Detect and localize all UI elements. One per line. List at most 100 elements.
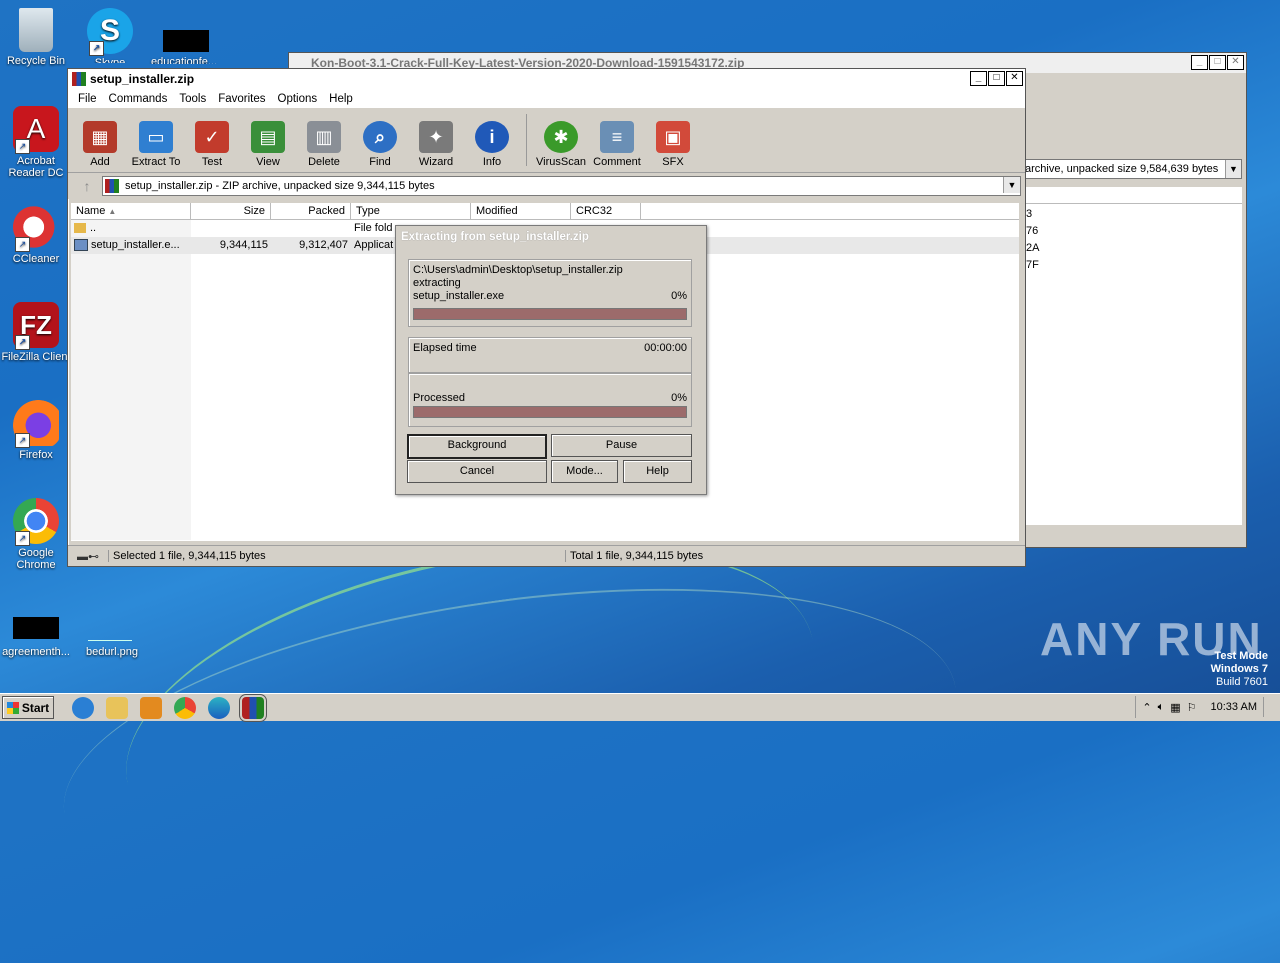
column-crc32[interactable]: CRC32 xyxy=(571,203,641,219)
desktop-icon-agreement[interactable]: agreementh... xyxy=(0,646,74,658)
skype-icon: S ↗ xyxy=(87,8,133,56)
background-path-field[interactable]: archive, unpacked size 9,584,639 bytes ▼ xyxy=(1024,159,1242,179)
menu-help[interactable]: Help xyxy=(323,93,359,105)
desktop-icon-firefox[interactable]: ↗ Firefox xyxy=(0,400,74,461)
extraction-progress-dialog[interactable]: Extracting from setup_installer.zip C:\U… xyxy=(395,225,707,495)
menu-file[interactable]: File xyxy=(72,93,103,105)
delete-button[interactable]: ▥ Delete xyxy=(298,121,350,172)
shortcut-arrow-icon: ↗ xyxy=(15,139,30,154)
dialog-title[interactable]: Extracting from setup_installer.zip xyxy=(396,226,706,248)
add-button[interactable]: ▦ Add xyxy=(74,121,126,172)
explorer-folder-icon[interactable] xyxy=(106,696,128,719)
current-file: setup_installer.exe xyxy=(413,290,505,302)
main-window-controls: _ □ ✕ xyxy=(970,71,1023,86)
close-button[interactable]: ✕ xyxy=(1006,71,1023,86)
ie-icon[interactable] xyxy=(72,696,94,719)
info-icon: i xyxy=(475,121,509,153)
close-button[interactable]: ✕ xyxy=(1227,55,1244,70)
desktop-icon-skype[interactable]: S ↗ Skype xyxy=(72,8,148,63)
pause-button[interactable]: Pause xyxy=(551,434,692,457)
action-label: extracting xyxy=(413,277,461,289)
clock[interactable]: 10:33 AM xyxy=(1211,701,1257,713)
network-icon[interactable]: ▦ xyxy=(1170,701,1180,714)
archive-path: C:\Users\admin\Desktop\setup_installer.z… xyxy=(413,264,623,276)
column-packed[interactable]: Packed xyxy=(271,203,351,219)
menu-options[interactable]: Options xyxy=(272,93,324,105)
png-thumbnail-icon xyxy=(88,620,132,641)
dropdown-arrow-icon[interactable]: ▼ xyxy=(1003,177,1020,193)
info-button[interactable]: i Info xyxy=(466,121,518,172)
desktop-icon-recycle-bin[interactable]: Recycle Bin xyxy=(0,8,74,67)
processed-label: Processed xyxy=(413,392,465,404)
desktop-icon-education[interactable]: educationfe... xyxy=(146,56,222,64)
sfx-button[interactable]: ▣ SFX xyxy=(647,121,699,172)
desktop-icon-chrome[interactable]: ↗ Google Chrome xyxy=(0,498,74,571)
shortcut-arrow-icon: ↗ xyxy=(15,433,30,448)
comment-button[interactable]: ≡ Comment xyxy=(591,121,643,172)
minimize-button[interactable]: _ xyxy=(970,71,987,86)
column-name[interactable]: Name ▲ xyxy=(71,203,191,219)
column-type[interactable]: Type xyxy=(351,203,471,219)
edge-icon[interactable] xyxy=(208,696,230,719)
menu-favorites[interactable]: Favorites xyxy=(212,93,271,105)
action-center-flag-icon[interactable]: ⚐ xyxy=(1187,701,1197,714)
toolbar: ▦ Add ▭ Extract To ✓ Test ▤ View ▥ Delete ⌕ Fi… xyxy=(68,108,1025,173)
start-button[interactable]: Start xyxy=(2,696,54,719)
maximize-button[interactable]: □ xyxy=(988,71,1005,86)
menu-commands[interactable]: Commands xyxy=(103,93,174,105)
column-modified[interactable]: Modified xyxy=(471,203,571,219)
wizard-button[interactable]: ✦ Wizard xyxy=(410,121,462,172)
windows-logo-icon xyxy=(6,701,19,714)
redacted-icon xyxy=(13,617,59,639)
elapsed-group: Elapsed time 00:00:00 xyxy=(408,337,692,373)
redacted-icon xyxy=(163,30,209,52)
virus-bug-icon: ✱ xyxy=(544,121,578,153)
up-arrow-icon[interactable]: ↑ xyxy=(72,178,102,194)
folder-icon xyxy=(74,223,86,234)
processed-group: Processed 0% xyxy=(408,373,692,427)
menu-tools[interactable]: Tools xyxy=(173,93,212,105)
help-button[interactable]: Help xyxy=(623,460,692,483)
virusscan-button[interactable]: ✱ VirusScan xyxy=(535,121,587,172)
sort-arrow-icon: ▲ xyxy=(108,207,117,216)
volume-icon[interactable]: 🔈︎ xyxy=(1158,701,1165,714)
comment-icon: ≡ xyxy=(600,121,634,153)
extract-to-button[interactable]: ▭ Extract To xyxy=(130,121,182,172)
show-desktop-button[interactable] xyxy=(1263,697,1274,717)
desktop-icon-acrobat[interactable]: A ↗ Acrobat Reader DC xyxy=(0,106,74,179)
desktop-icon-bedurl[interactable]: bedurl.png xyxy=(74,646,150,658)
background-file-list[interactable]: 3 76 2A 7F xyxy=(1024,187,1242,525)
column-size[interactable]: Size xyxy=(191,203,271,219)
firefox-icon: ↗ xyxy=(13,400,59,448)
dropdown-arrow-icon[interactable]: ▼ xyxy=(1225,160,1241,178)
maximize-button[interactable]: □ xyxy=(1209,55,1226,70)
total-progress-bar xyxy=(413,406,687,418)
desktop-icon-filezilla[interactable]: FZ ↗ FileZilla Client xyxy=(0,302,74,363)
main-window-titlebar[interactable]: setup_installer.zip _ □ ✕ xyxy=(68,69,1025,89)
file-percent: 0% xyxy=(671,290,687,302)
sfx-package-icon: ▣ xyxy=(656,121,690,153)
winrar-taskbar-icon[interactable] xyxy=(239,693,267,722)
tray-expand-icon[interactable]: ⌃ xyxy=(1142,701,1151,714)
os-watermark: Test Mode Windows 7 Build 7601 xyxy=(1210,650,1268,688)
file-progress-group: C:\Users\admin\Desktop\setup_installer.z… xyxy=(408,259,692,327)
find-button[interactable]: ⌕ Find xyxy=(354,121,406,172)
chrome-icon: ↗ xyxy=(13,498,59,546)
path-field[interactable]: setup_installer.zip - ZIP archive, unpac… xyxy=(102,176,1021,196)
test-button[interactable]: ✓ Test xyxy=(186,121,238,172)
minimize-button[interactable]: _ xyxy=(1191,55,1208,70)
winrar-app-icon xyxy=(72,72,86,86)
name-column-shade xyxy=(71,220,191,540)
desktop-icon-ccleaner[interactable]: ↗ CCleaner xyxy=(0,204,74,265)
filezilla-icon: FZ ↗ xyxy=(13,302,59,350)
media-player-icon[interactable] xyxy=(140,696,162,719)
shortcut-arrow-icon: ↗ xyxy=(15,531,30,546)
exe-file-icon xyxy=(74,239,88,252)
acrobat-icon: A ↗ xyxy=(13,106,59,154)
view-button[interactable]: ▤ View xyxy=(242,121,294,172)
path-bar: ↑ setup_installer.zip - ZIP archive, unp… xyxy=(68,173,1025,199)
chrome-taskbar-icon[interactable] xyxy=(174,696,196,719)
cancel-button[interactable]: Cancel xyxy=(407,460,547,483)
background-button[interactable]: Background xyxy=(407,434,547,459)
mode-button[interactable]: Mode... xyxy=(551,460,618,483)
